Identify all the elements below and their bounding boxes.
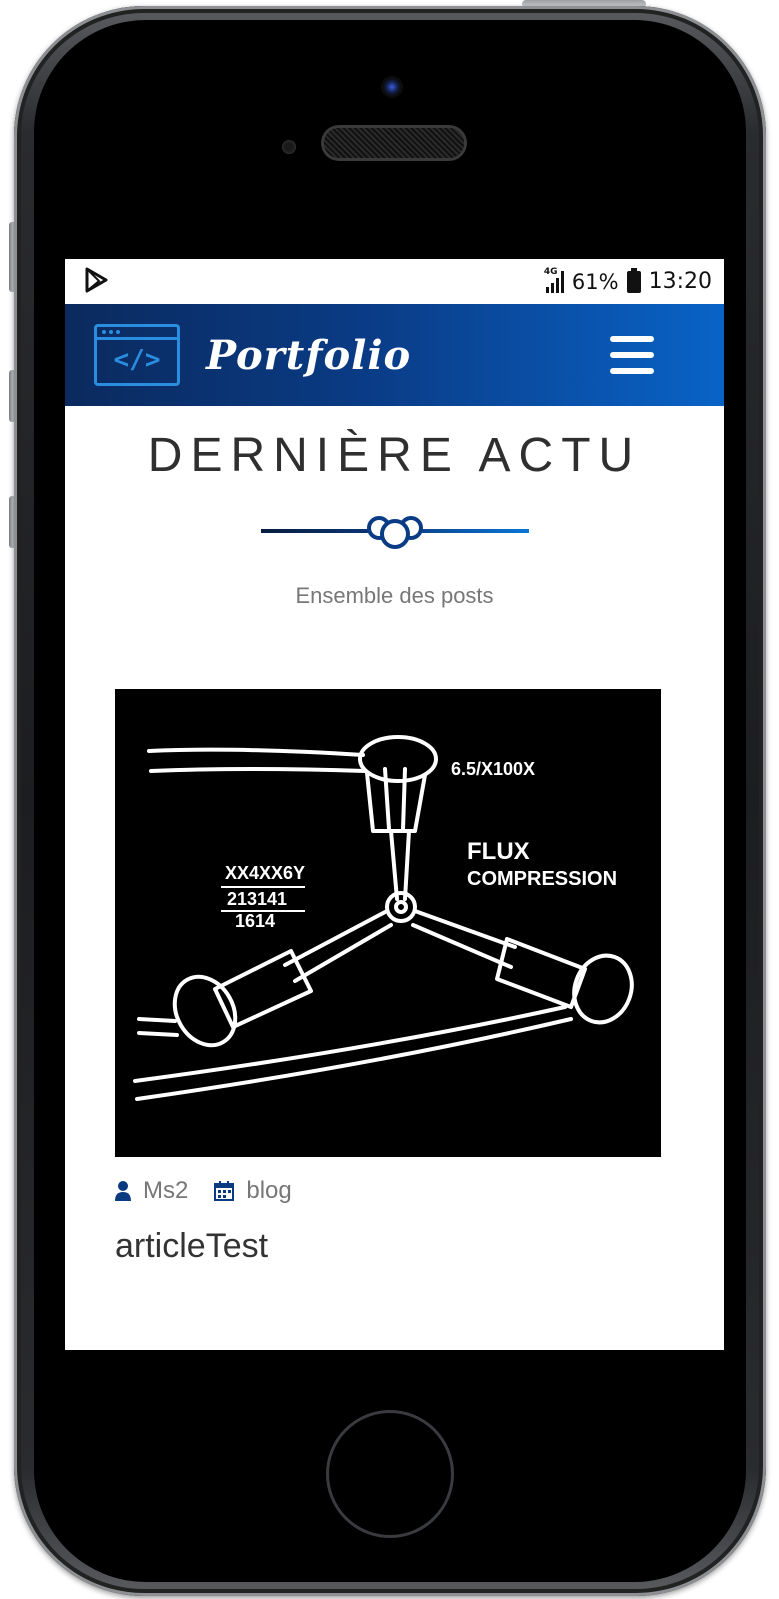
signal-icon: 4G xyxy=(544,267,564,293)
menu-toggle-button[interactable] xyxy=(610,336,654,374)
section-title: DERNIÈRE ACTU xyxy=(147,429,642,482)
title-divider xyxy=(260,515,529,555)
front-camera xyxy=(381,76,403,98)
home-button[interactable] xyxy=(326,1410,454,1538)
site-navbar: </> Portfolio xyxy=(65,304,724,406)
section-subtitle: Ensemble des posts xyxy=(295,583,494,609)
clock: 13:20 xyxy=(648,269,712,294)
status-bar: 4G 61% 13:20 xyxy=(65,259,724,304)
image-text-calc2: 213141 xyxy=(227,889,287,909)
phone-screen: 4G 61% 13:20 </> Portfolio DERNIÈRE ACTU xyxy=(65,259,724,1350)
post-thumbnail[interactable]: 6.5/X100X FLUX COMPRESSION XX4XX6Y 21314… xyxy=(115,689,661,1157)
image-text-calc1: XX4XX6Y xyxy=(225,863,305,883)
hamburger-line xyxy=(610,368,654,374)
category-name: blog xyxy=(246,1177,292,1204)
image-text-formula: 6.5/X100X xyxy=(451,759,535,779)
calendar-icon xyxy=(214,1181,235,1201)
post-meta: Ms2 blog xyxy=(115,1177,292,1205)
earpiece-speaker xyxy=(324,128,464,158)
post-title[interactable]: articleTest xyxy=(115,1227,268,1266)
user-icon xyxy=(115,1181,131,1201)
author-name: Ms2 xyxy=(143,1177,189,1204)
proximity-sensor xyxy=(282,140,296,154)
image-text-flux: FLUX xyxy=(467,838,530,865)
battery-icon xyxy=(626,267,641,293)
brand-link[interactable]: </> Portfolio xyxy=(94,324,411,386)
post-author[interactable]: Ms2 xyxy=(115,1177,188,1205)
post-category[interactable]: blog xyxy=(214,1177,292,1205)
code-window-logo-icon: </> xyxy=(94,324,180,386)
network-type: 4G xyxy=(543,266,558,277)
rings-ornament-icon xyxy=(366,516,423,550)
image-text-calc3: 1614 xyxy=(235,911,275,931)
hamburger-line xyxy=(610,352,654,358)
image-text-compression: COMPRESSION xyxy=(467,868,617,890)
battery-percent: 61% xyxy=(571,269,619,294)
hamburger-icon xyxy=(610,336,654,342)
play-store-icon xyxy=(85,267,109,297)
brand-name: Portfolio xyxy=(206,331,412,379)
flux-capacitor-drawing: 6.5/X100X FLUX COMPRESSION XX4XX6Y 21314… xyxy=(133,735,634,1101)
logo-symbol: </> xyxy=(113,345,161,375)
